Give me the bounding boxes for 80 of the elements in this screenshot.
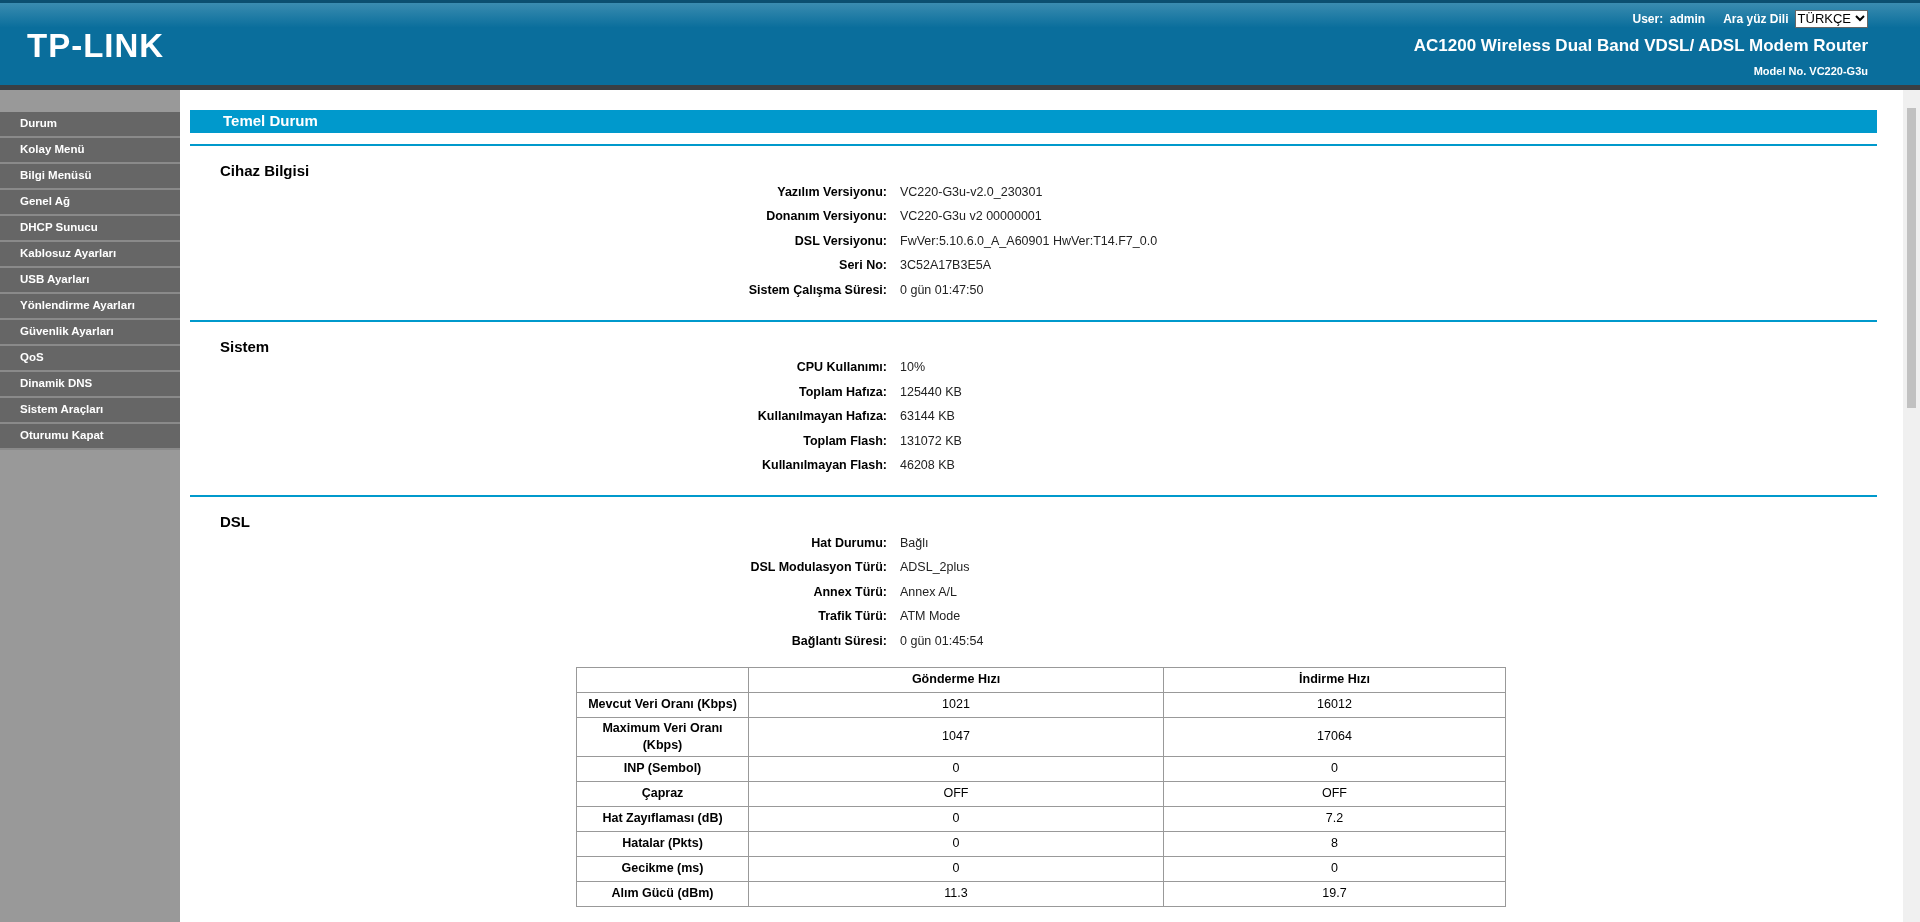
field-label: Bağlantı Süresi: [791,633,887,648]
table-cell: 8 [1163,831,1506,856]
product-name: AC1200 Wireless Dual Band VDSL/ ADSL Modem Router [1413,34,1868,57]
sidebar-item[interactable]: Oturumu Kapat [0,424,180,450]
row-header: INP (Sembol) [576,756,749,781]
field-label: Kullanılmayan Hafıza: [757,409,887,424]
table-cell: 17064 [1163,717,1506,756]
sidebar-item[interactable]: Durum [0,112,180,138]
sidebar-item[interactable]: Güvenlik Ayarları [0,320,180,346]
field-value: 131072 KB [900,432,962,450]
field-value: 63144 KB [900,408,955,426]
table-cell: 0 [748,756,1164,781]
table-cell: 1047 [748,717,1164,756]
column-header: İndirme Hızı [1163,667,1506,692]
model-number: Model No. VC220-G3u [1753,64,1868,79]
field-value: VC220-G3u v2 00000001 [900,208,1042,226]
field-value: 125440 KB [900,383,962,401]
sidebar-item[interactable]: QoS [0,346,180,372]
sidebar-item[interactable]: USB Ayarları [0,268,180,294]
field-label: Toplam Hafıza: [799,384,887,399]
page-title: Temel Durum [223,111,318,132]
field-value: 46208 KB [900,457,955,475]
row-header: Hatalar (Pkts) [576,831,749,856]
row-header: Gecikme (ms) [576,856,749,881]
sidebar-item[interactable]: Kablosuz Ayarları [0,242,180,268]
language-label: Ara yüz Dili [1723,10,1789,28]
brand-logo: TP-LINK [27,28,165,62]
field-label: DSL Versiyonu: [794,233,887,248]
field-value: 0 gün 01:45:54 [900,632,984,650]
section-heading: Cihaz Bilgisi [220,162,310,179]
table-cell: OFF [748,781,1164,806]
field-label: CPU Kullanımı: [796,360,887,375]
row-header: Mevcut Veri Oranı (Kbps) [576,692,749,717]
row-header: Alım Gücü (dBm) [576,881,749,906]
table-cell: 0 [748,856,1164,881]
sidebar-item[interactable]: DHCP Sunucu [0,216,180,242]
user-text: User: admin [1632,10,1706,28]
section-heading: Sistem [220,337,270,355]
sidebar-item[interactable]: Yönlendirme Ayarları [0,294,180,320]
table-cell: 0 [1163,856,1506,881]
field-label: DSL Modulasyon Türü: [750,560,887,575]
field-label: Toplam Flash: [803,433,887,448]
field-value: Bağlı [900,534,929,552]
row-header: Maximum Veri Oranı (Kbps) [576,717,749,756]
table-cell: 0 [1163,756,1506,781]
table-cell: 19.7 [1163,881,1506,906]
field-label: Yazılım Versiyonu: [777,184,887,199]
row-header: Çapraz [576,781,749,806]
sidebar-item[interactable]: Kolay Menü [0,138,180,164]
field-value: ATM Mode [900,608,961,626]
table-cell: 16012 [1163,692,1506,717]
field-label: Seri No: [839,258,887,273]
sidebar-item[interactable]: Bilgi Menüsü [0,164,180,190]
field-label: Kullanılmayan Flash: [761,458,887,473]
field-value: 10% [900,359,926,377]
table-cell: 11.3 [748,881,1164,906]
row-header: Hat Zayıflaması (dB) [576,806,749,831]
table-cell: 0 [748,806,1164,831]
table-cell: 7.2 [1163,806,1506,831]
section-heading: DSL [220,513,250,530]
field-value: FwVer:5.10.6.0_A_A60901 HwVer:T14.F7_0.0 [900,232,1158,250]
table-cell: 0 [748,831,1164,856]
field-label: Sistem Çalışma Süresi: [748,282,887,297]
field-value: 0 gün 01:47:50 [900,281,984,299]
field-label: Donanım Versiyonu: [766,209,887,224]
field-label: Trafik Türü: [818,609,887,624]
language-select[interactable]: TÜRKÇE [1794,9,1868,28]
field-value: 3C52A17B3E5A [900,257,992,275]
chevron-down-icon [1855,15,1865,22]
column-header: Gönderme Hızı [748,667,1164,692]
sidebar-item[interactable]: Sistem Araçları [0,398,180,424]
field-value: VC220-G3u-v2.0_230301 [900,183,1043,201]
field-label: Hat Durumu: [811,535,887,550]
field-value: Annex A/L [900,583,957,601]
sidebar-item[interactable]: Genel Ağ [0,190,180,216]
field-label: Annex Türü: [813,584,887,599]
field-value: ADSL_2plus [900,559,970,577]
sidebar-item[interactable]: Dinamik DNS [0,372,180,398]
table-cell: 1021 [748,692,1164,717]
table-cell: OFF [1163,781,1506,806]
